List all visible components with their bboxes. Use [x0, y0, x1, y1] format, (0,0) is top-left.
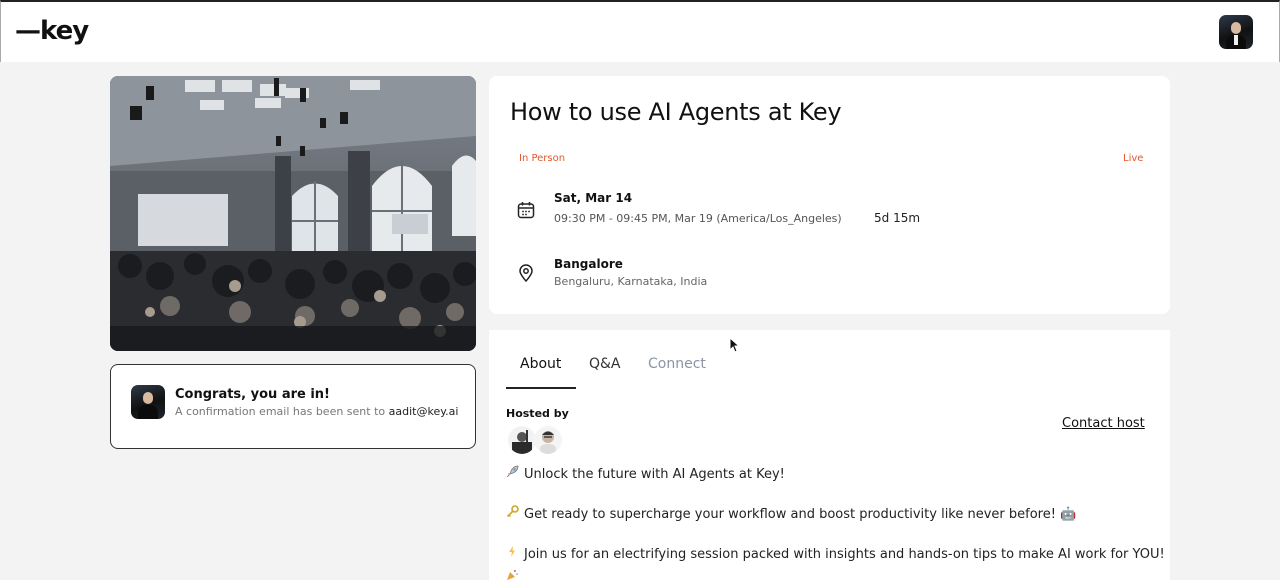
location-detail: Bengaluru, Karnataka, India [554, 275, 708, 288]
rocket-icon [506, 465, 520, 482]
host-avatar[interactable] [508, 426, 536, 454]
host-avatar[interactable] [534, 426, 562, 454]
event-date: Sat, Mar 14 [554, 191, 633, 205]
key-icon [506, 505, 520, 522]
event-details-card: How to use AI Agents at Key In Person Li… [489, 76, 1170, 314]
status-badge: Live [1123, 153, 1144, 164]
event-time-range: 09:30 PM - 09:45 PM, Mar 19 (America/Los… [554, 212, 842, 225]
location-pin-icon [519, 264, 533, 283]
tab-qa[interactable]: Q&A [589, 356, 621, 372]
registration-confirmation-card: Congrats, you are in! A confirmation ema… [110, 364, 476, 449]
tab-about[interactable]: About [520, 356, 561, 372]
party-icon [506, 566, 518, 580]
description-line: Get ready to supercharge your workflow a… [506, 505, 1076, 522]
event-title: How to use AI Agents at Key [510, 98, 842, 126]
top-bar: —key [0, 0, 1280, 62]
description-line: Unlock the future with AI Agents at Key! [506, 465, 785, 482]
hosted-by-label: Hosted by [506, 407, 569, 420]
contact-host-link[interactable]: Contact host [1062, 416, 1145, 431]
tab-connect[interactable]: Connect [648, 356, 706, 372]
event-cover-image [110, 76, 476, 351]
format-badge: In Person [519, 153, 566, 164]
event-countdown: 5d 15m [874, 211, 921, 225]
profile-avatar[interactable] [1219, 15, 1253, 49]
event-content-panel: About Q&A Connect Hosted by Contact host… [489, 330, 1170, 580]
confirmation-text: A confirmation email has been sent to aa… [175, 405, 459, 418]
confirmation-email: aadit@key.ai [388, 405, 459, 418]
mouse-cursor-icon [729, 337, 739, 353]
congrats-title: Congrats, you are in! [175, 387, 330, 402]
key-logo[interactable]: —key [15, 16, 89, 46]
lightning-icon [506, 545, 520, 562]
user-avatar [131, 385, 165, 419]
description-line: Join us for an electrifying session pack… [506, 545, 1165, 562]
calendar-icon [517, 202, 535, 219]
host-avatars [508, 426, 568, 454]
location-name: Bangalore [554, 257, 623, 271]
active-tab-indicator [506, 387, 576, 389]
